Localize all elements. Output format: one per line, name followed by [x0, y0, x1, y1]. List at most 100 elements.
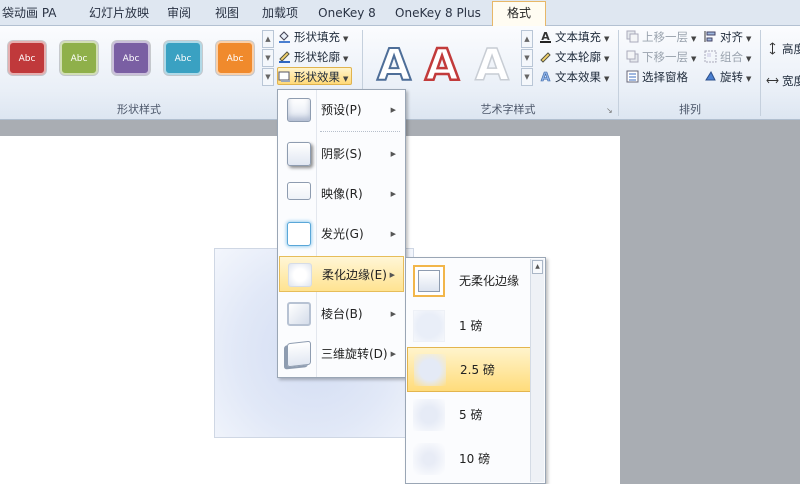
- shape-outline-button[interactable]: 形状轮廓 ▼: [278, 48, 348, 66]
- wordart-glyph: A: [377, 40, 411, 88]
- dialog-launcher-icon[interactable]: ↘: [606, 106, 615, 115]
- soft-edges-submenu: 无柔化边缘 1 磅 2.5 磅 5 磅 10 磅 ▲: [405, 257, 546, 484]
- chevron-right-icon: ▶: [389, 271, 395, 279]
- shape-style-purple[interactable]: Abc: [112, 41, 150, 75]
- chevron-down-icon: ▼: [343, 55, 349, 63]
- chevron-right-icon: ▶: [390, 106, 396, 114]
- width-label: 宽度: [782, 74, 800, 88]
- menu-item-label: 棱台(B): [321, 307, 363, 321]
- chevron-down-icon: ▼: [746, 55, 752, 63]
- tab-pocket-animation[interactable]: 袋动画 PA: [0, 2, 64, 24]
- align-icon: [704, 31, 716, 42]
- tab-onekey-8[interactable]: OneKey 8: [316, 2, 378, 24]
- soft-edge-option-1pt[interactable]: 1 磅: [407, 304, 531, 349]
- shape-effects-button[interactable]: 形状效果 ▼: [277, 67, 353, 85]
- rotate-button[interactable]: 旋转 ▼: [704, 68, 751, 86]
- align-button[interactable]: 对齐 ▼: [704, 28, 751, 46]
- tab-view[interactable]: 视图: [210, 2, 244, 24]
- menu-item-label: 发光(G): [321, 227, 364, 241]
- scroll-up-arrow-icon[interactable]: ▲: [532, 260, 543, 274]
- ribbon-separator: [760, 30, 761, 116]
- soft-edge-preview-10pt: [413, 443, 445, 475]
- soft-edge-preview-2-5pt: [414, 354, 446, 386]
- gallery-scroll-up[interactable]: ▲: [262, 30, 274, 48]
- chevron-down-icon: ▼: [691, 35, 697, 43]
- height-label: 高度: [782, 42, 800, 56]
- chevron-down-icon: ▼: [343, 75, 349, 83]
- ribbon-separator: [618, 30, 619, 116]
- text-fill-label: 文本填充: [555, 30, 601, 44]
- shape-style-green[interactable]: Abc: [60, 41, 98, 75]
- width-icon: [766, 77, 779, 84]
- selection-pane-button[interactable]: 选择窗格: [626, 68, 688, 86]
- shape-style-teal[interactable]: Abc: [164, 41, 202, 75]
- bring-forward-button[interactable]: 上移一层 ▼: [626, 28, 696, 46]
- wordart-scroll-down[interactable]: ▼: [521, 49, 533, 67]
- wordart-style-red[interactable]: A: [414, 34, 470, 92]
- chevron-right-icon: ▶: [390, 350, 396, 358]
- group-button[interactable]: 组合 ▼: [704, 48, 751, 66]
- soft-edge-option-2-5pt[interactable]: 2.5 磅: [407, 347, 531, 392]
- tab-format[interactable]: 格式: [492, 1, 546, 26]
- wordart-preview-red: A: [424, 39, 461, 88]
- shape-height-field[interactable]: 高度: [766, 40, 800, 58]
- wordart-preview-gray: A: [474, 39, 510, 88]
- soft-edge-option-10pt[interactable]: 10 磅: [407, 437, 531, 482]
- menu-item-soft-edges[interactable]: 柔化边缘(E) ▶: [279, 256, 404, 292]
- menu-item-3d-rotation[interactable]: 三维旋转(D) ▶: [279, 336, 404, 372]
- soft-edge-option-none[interactable]: 无柔化边缘: [407, 259, 531, 304]
- chevron-right-icon: ▶: [390, 310, 396, 318]
- shape-outline-label: 形状轮廓: [294, 50, 340, 64]
- height-icon: [769, 42, 776, 55]
- shape-style-orange[interactable]: Abc: [216, 41, 254, 75]
- submenu-scrollbar[interactable]: ▲: [530, 259, 544, 482]
- shape-styles-group-label: 形状样式: [117, 103, 161, 116]
- menu-item-glow[interactable]: 发光(G) ▶: [279, 216, 404, 252]
- menu-item-shadow[interactable]: 阴影(S) ▶: [279, 136, 404, 172]
- menu-item-preset[interactable]: 预设(P) ▶: [279, 92, 404, 128]
- send-backward-button[interactable]: 下移一层 ▼: [626, 48, 696, 66]
- align-label: 对齐: [720, 30, 743, 44]
- wordart-style-gray[interactable]: A: [464, 34, 520, 92]
- soft-edge-preview-1pt: [413, 310, 445, 342]
- wordart-more[interactable]: ▼: [521, 68, 533, 86]
- tab-add-ins[interactable]: 加载项: [256, 2, 304, 24]
- bring-forward-icon: [626, 30, 639, 43]
- tab-onekey-8-plus[interactable]: OneKey 8 Plus: [392, 2, 484, 24]
- ribbon-tab-bar: 袋动画 PA 幻灯片放映 审阅 视图 加载项 OneKey 8 OneKey 8…: [0, 0, 800, 26]
- shape-fill-button[interactable]: 形状填充 ▼: [278, 28, 348, 46]
- chevron-down-icon: ▼: [691, 55, 697, 63]
- wordart-scroll-up[interactable]: ▲: [521, 30, 533, 48]
- wordart-glyph: A: [425, 40, 459, 88]
- text-effects-button[interactable]: A 文本效果 ▼: [539, 68, 610, 86]
- wordart-styles-group-label: 艺术字样式: [480, 103, 536, 116]
- chevron-right-icon: ▶: [390, 230, 396, 238]
- soft-edge-preview-5pt: [413, 399, 445, 431]
- wordart-glyph: A: [475, 40, 509, 88]
- group-label: 组合: [720, 50, 743, 64]
- gallery-scroll-down[interactable]: ▼: [262, 49, 274, 67]
- menu-item-reflection[interactable]: 映像(R) ▶: [279, 176, 404, 212]
- shape-fill-label: 形状填充: [294, 30, 340, 44]
- soft-edge-option-label: 无柔化边缘: [459, 274, 520, 288]
- shape-effects-label: 形状效果: [294, 70, 340, 84]
- tab-slide-show[interactable]: 幻灯片放映: [80, 2, 158, 24]
- 3d-rotation-effect-icon: [287, 340, 311, 368]
- send-backward-label: 下移一层: [642, 50, 688, 64]
- menu-separator: [320, 131, 400, 132]
- shape-width-field[interactable]: 宽度: [766, 72, 800, 90]
- text-fill-button[interactable]: A 文本填充 ▼: [539, 28, 609, 46]
- soft-edge-option-label: 10 磅: [459, 452, 491, 466]
- svg-text:A: A: [541, 70, 551, 83]
- gallery-more[interactable]: ▼: [262, 68, 274, 86]
- bevel-effect-icon: [287, 302, 311, 326]
- tab-review[interactable]: 审阅: [162, 2, 196, 24]
- shape-effects-icon: [278, 71, 290, 82]
- menu-item-bevel[interactable]: 棱台(B) ▶: [279, 296, 404, 332]
- chevron-down-icon: ▼: [343, 35, 349, 43]
- rotate-label: 旋转: [720, 70, 743, 84]
- shape-style-red[interactable]: Abc: [8, 41, 46, 75]
- menu-item-label: 三维旋转(D): [321, 347, 388, 361]
- text-outline-button[interactable]: 文本轮廓 ▼: [539, 48, 609, 66]
- soft-edge-option-5pt[interactable]: 5 磅: [407, 393, 531, 438]
